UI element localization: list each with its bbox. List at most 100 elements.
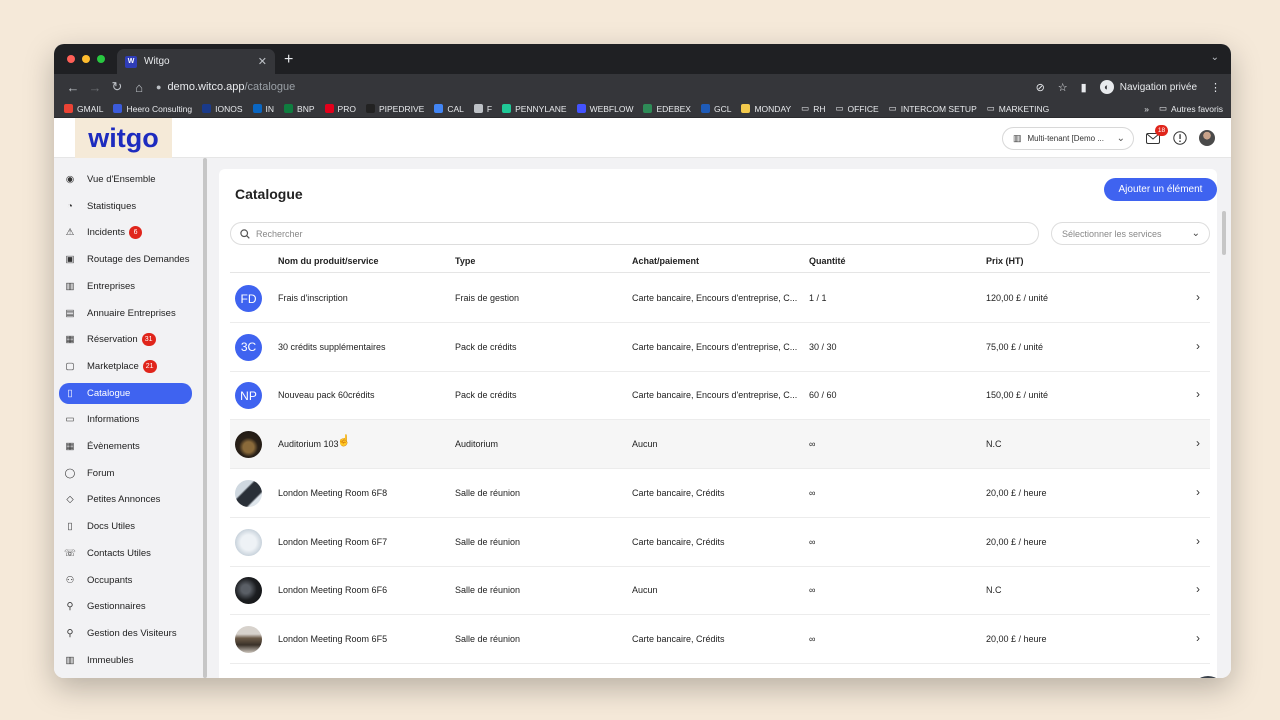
chevron-right-icon[interactable]: › [1196, 485, 1200, 499]
tenant-selector[interactable]: ▥ Multi-tenant [Demo ... ⌄ [1002, 127, 1134, 150]
url-host: demo.witco.app [167, 81, 245, 93]
user-icon: ⚲ [66, 601, 74, 613]
bookmark-edebex[interactable]: EDEBEX [643, 104, 691, 114]
sidebar-item-immeubles[interactable]: ▥ Immeubles [59, 650, 192, 671]
witgo-logo[interactable]: witgo [75, 118, 172, 158]
address-bar[interactable]: ● demo.witco.app/catalogue [156, 77, 1036, 97]
close-window-button[interactable] [67, 55, 75, 63]
search-input[interactable] [256, 228, 1016, 239]
cell-name: London Meeting Room 6F5 [278, 633, 388, 644]
table-row[interactable]: London Meeting Room 6F7 Salle de réunion C… [230, 518, 1210, 567]
side-panel-icon[interactable]: ▮ [1081, 81, 1087, 94]
sidebar-item-forum[interactable]: ◯ Forum [59, 463, 192, 484]
column-header-type[interactable]: Type [455, 256, 475, 266]
tab-close-icon[interactable]: ✕ [258, 55, 267, 68]
bookmark-favicon-icon [643, 104, 653, 113]
tenant-label: Multi-tenant [Demo ... [1027, 134, 1104, 143]
bookmark-monday[interactable]: MONDAY [741, 104, 791, 114]
bookmark-bnp[interactable]: BNP [284, 104, 315, 114]
bookmark-pro[interactable]: PRO [324, 104, 356, 114]
bookmark-favicon-icon [284, 104, 294, 113]
search-bar[interactable] [230, 222, 1039, 245]
sidebar-item-entreprises[interactable]: ▥ Entreprises [59, 276, 192, 297]
chevron-right-icon[interactable]: › [1196, 436, 1200, 450]
sidebar-item-evenements[interactable]: ▦ Évènements [59, 436, 192, 457]
menu-kebab-icon[interactable]: ⋮ [1210, 81, 1221, 94]
bookmark-intercom-setup[interactable]: ▭ INTERCOM SETUP [889, 103, 977, 114]
sidebar-item-gestionnaires[interactable]: ⚲ Gestionnaires [59, 596, 192, 617]
table-row[interactable]: London Meeting Room 6F6 Salle de réunion A… [230, 566, 1210, 616]
services-select[interactable]: Sélectionner les services ⌄ [1051, 222, 1210, 245]
bookmark-rh[interactable]: ▭ RH [801, 103, 825, 114]
table-row[interactable]: 3C 30 crédits supplémentaires Pack de créd… [230, 323, 1210, 372]
reload-icon[interactable]: ↻ [106, 79, 128, 95]
item-photo [235, 528, 262, 556]
chevron-right-icon[interactable]: › [1196, 631, 1200, 645]
sidebar-item-routage-des-demandes[interactable]: ▣ Routage des Demandes [59, 249, 192, 270]
witgo-favicon-icon: W [125, 55, 137, 68]
column-header-payment[interactable]: Achat/paiement [632, 256, 699, 266]
bookmark-pennylane[interactable]: PENNYLANE [502, 104, 567, 114]
bookmark-gcl[interactable]: GCL [700, 103, 732, 114]
chevron-right-icon[interactable]: › [1196, 387, 1200, 401]
column-header-quantity[interactable]: Quantité [809, 256, 846, 266]
sidebar-item-reservation[interactable]: ▦ Réservation 31 [59, 329, 192, 350]
sidebar-item-vue-d-ensemble[interactable]: ◉ Vue d'Ensemble [59, 169, 192, 190]
table-row[interactable]: London Meeting Room 6F5 Salle de réunion C… [230, 615, 1210, 664]
bookmark-heero-consulting[interactable]: Heero Consulting [113, 104, 192, 114]
column-header-price[interactable]: Prix (HT) [986, 256, 1024, 266]
bookmark-favicon-icon [324, 104, 334, 113]
tab-search-icon[interactable]: ⌄ [1211, 52, 1219, 63]
back-icon[interactable]: ← [62, 80, 84, 95]
bookmark-label: GCL [713, 103, 732, 114]
table-row[interactable]: FD Frais d'inscription Frais de gestion Car… [230, 274, 1210, 323]
bookmark-gmail[interactable]: GMAIL [64, 104, 103, 114]
maximize-window-button[interactable] [97, 55, 105, 63]
incognito-indicator[interactable]: ◐ Navigation privée [1099, 80, 1197, 94]
browser-tab[interactable]: W Witgo ✕ [117, 49, 275, 74]
sidebar-item-informations[interactable]: ▭ Informations [59, 409, 192, 430]
sidebar-item-catalogue[interactable]: ▯ Catalogue [59, 382, 192, 404]
sidebar-item-contacts-utiles[interactable]: ☏ Contacts Utiles [59, 543, 192, 564]
chevron-right-icon[interactable]: › [1196, 339, 1200, 353]
bookmark-f[interactable]: F [473, 104, 492, 114]
url-path: /catalogue [244, 81, 296, 93]
table-row[interactable]: London Meeting Room 6F8 Salle de réunion C… [230, 469, 1210, 518]
pointer-cursor-icon: ☝ [337, 435, 351, 448]
sidebar-item-marketplace[interactable]: ▢ Marketplace 21 [59, 356, 192, 377]
bookmark-marketing[interactable]: ▭ MARKETING [987, 103, 1050, 114]
bookmark-office[interactable]: ▭ OFFICE [835, 103, 878, 114]
column-header-name[interactable]: Nom du produit/service [278, 256, 379, 266]
tracking-icon[interactable]: ⊘ [1036, 81, 1045, 94]
chevron-right-icon[interactable]: › [1196, 290, 1200, 304]
add-item-button[interactable]: Ajouter un élément [1104, 178, 1217, 201]
sidebar-item-annuaire-entreprises[interactable]: ▤ Annuaire Entreprises [59, 303, 192, 324]
bookmark-ionos[interactable]: IONOS [202, 104, 243, 114]
bookmark-cal[interactable]: CAL [434, 104, 464, 114]
home-icon[interactable]: ⌂ [128, 80, 150, 95]
sidebar-item-occupants[interactable]: ⚇ Occupants [59, 570, 192, 591]
bookmark-webflow[interactable]: WEBFLOW [576, 104, 633, 114]
sidebar-item-docs-utiles[interactable]: ▯ Docs Utiles [59, 516, 192, 537]
sidebar-item-petites-annonces[interactable]: ◇ Petites Annonces [59, 489, 192, 510]
table-row[interactable]: NP Nouveau pack 60crédits Pack de crédits C… [230, 371, 1210, 421]
forward-icon[interactable]: → [84, 80, 106, 95]
other-bookmarks[interactable]: ▭ Autres favoris [1159, 103, 1223, 114]
chevron-right-icon[interactable]: › [1196, 582, 1200, 596]
main-scrollbar[interactable] [1222, 211, 1226, 255]
sidebar-item-statistiques[interactable]: ◔ Statistiques [59, 196, 192, 217]
info-icon[interactable] [1172, 130, 1188, 146]
sidebar-item-gestion-des-visiteurs[interactable]: ⚲ Gestion des Visiteurs [59, 623, 192, 644]
minimize-window-button[interactable] [82, 55, 90, 63]
bookmark-pipedrive[interactable]: PIPEDRIVE [365, 104, 424, 114]
bookmarks-overflow-icon[interactable]: » [1144, 104, 1149, 114]
bookmark-in[interactable]: IN [252, 104, 274, 114]
sidebar-scrollbar[interactable] [203, 158, 207, 678]
table-row[interactable]: Auditorium 103 Auditorium Aucun ∞ N.C › ☝ [230, 420, 1210, 470]
user-avatar[interactable] [1199, 130, 1215, 146]
item-photo [235, 431, 262, 459]
chevron-right-icon[interactable]: › [1196, 534, 1200, 548]
bookmark-star-icon[interactable]: ☆ [1058, 81, 1068, 94]
new-tab-icon[interactable]: + [284, 51, 293, 69]
sidebar-item-incidents[interactable]: ⚠ Incidents 6 [59, 222, 192, 243]
